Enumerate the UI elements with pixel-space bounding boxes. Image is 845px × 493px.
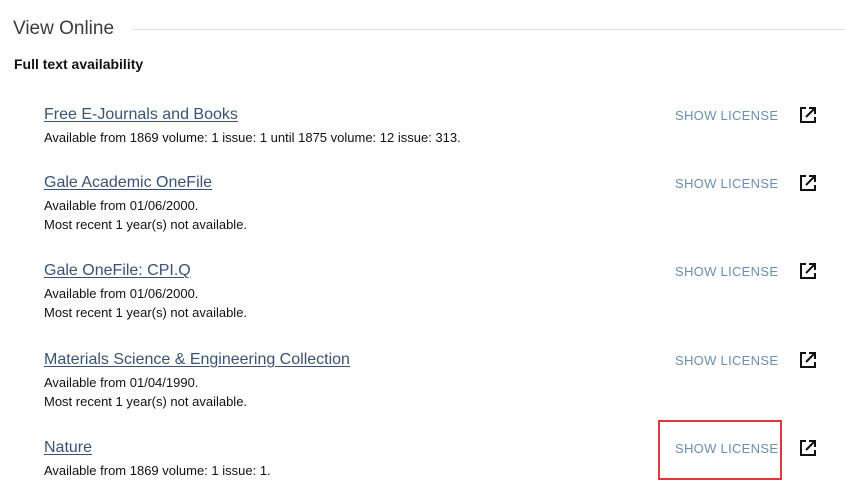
show-license-button[interactable]: SHOW LICENSE xyxy=(675,176,778,191)
show-license-button[interactable]: SHOW LICENSE xyxy=(675,108,778,123)
service-link[interactable]: Nature xyxy=(44,439,92,457)
external-link-icon[interactable] xyxy=(798,261,818,281)
external-link-icon[interactable] xyxy=(798,173,818,193)
availability-text: Available from 1869 volume: 1 issue: 1. xyxy=(44,463,271,478)
availability-note: Most recent 1 year(s) not available. xyxy=(44,217,248,232)
show-license-button[interactable]: SHOW LICENSE xyxy=(675,264,778,279)
service-link[interactable]: Gale OneFile: CPI.Q xyxy=(44,262,191,280)
availability-text: Available from 01/04/1990. xyxy=(44,375,199,390)
external-link-icon[interactable] xyxy=(798,105,818,125)
external-link-icon[interactable] xyxy=(798,350,818,370)
availability-note: Most recent 1 year(s) not available. xyxy=(44,394,248,409)
availability-note: Most recent 1 year(s) not available. xyxy=(44,305,248,320)
service-link[interactable]: Gale Academic OneFile xyxy=(44,174,212,192)
availability-text: Available from 01/06/2000. xyxy=(44,286,199,301)
service-link[interactable]: Materials Science & Engineering Collecti… xyxy=(44,351,350,369)
highlight-box xyxy=(658,420,782,480)
availability-text: Available from 1869 volume: 1 issue: 1 u… xyxy=(44,130,461,145)
service-link[interactable]: Free E-Journals and Books xyxy=(44,106,238,124)
availability-text: Available from 01/06/2000. xyxy=(44,198,199,213)
external-link-icon[interactable] xyxy=(798,438,818,458)
show-license-button[interactable]: SHOW LICENSE xyxy=(675,353,778,368)
